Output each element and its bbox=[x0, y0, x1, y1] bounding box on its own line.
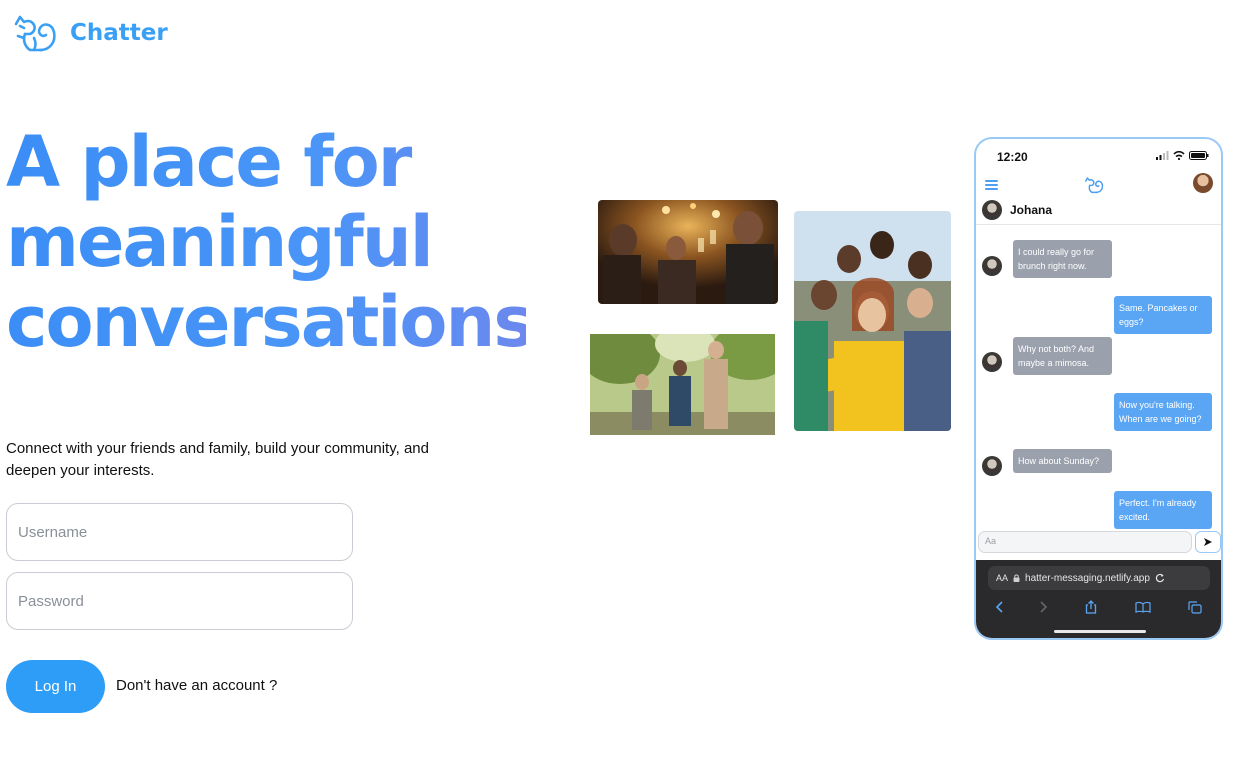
back-icon[interactable] bbox=[995, 601, 1003, 613]
group-selfie-photo bbox=[794, 211, 951, 431]
hamburger-menu-icon[interactable] bbox=[985, 180, 998, 192]
message-bubble-sent: Same. Pancakes or eggs? bbox=[1114, 296, 1212, 334]
send-button[interactable] bbox=[1195, 531, 1221, 553]
phone-status-bar: 12:20 bbox=[976, 139, 1221, 173]
tagline: Connect with your friends and family, bu… bbox=[6, 440, 429, 479]
phone-mockup: 12:20 Johana I could really go for brunc… bbox=[974, 137, 1223, 640]
message-avatar bbox=[982, 352, 1002, 372]
browser-chrome: AA hatter-messaging.netlify.app bbox=[976, 560, 1221, 638]
browser-url: hatter-messaging.netlify.app bbox=[1025, 572, 1150, 584]
browser-nav-bar bbox=[976, 596, 1221, 618]
contact-avatar bbox=[982, 200, 1002, 220]
forward-icon[interactable] bbox=[1040, 601, 1048, 613]
hero-headline: A place for meaningful conversations bbox=[6, 122, 526, 362]
text-size-button[interactable]: AA bbox=[996, 573, 1008, 583]
username-input[interactable] bbox=[6, 503, 353, 561]
contact-name: Johana bbox=[1010, 203, 1053, 217]
hero-line-3: conversations bbox=[6, 281, 533, 363]
signal-icon bbox=[1156, 151, 1169, 160]
browser-url-bar[interactable]: AA hatter-messaging.netlify.app bbox=[988, 566, 1210, 590]
message-bubble-sent: Now you're talking. When are we going? bbox=[1114, 393, 1212, 431]
share-icon[interactable] bbox=[1085, 600, 1097, 614]
message-bubble-received: How about Sunday? bbox=[1013, 449, 1112, 473]
hero-line-1: A place for bbox=[6, 121, 411, 203]
brand-logo[interactable]: Chatter bbox=[12, 12, 168, 54]
tabs-icon[interactable] bbox=[1188, 600, 1202, 614]
battery-icon bbox=[1189, 151, 1209, 160]
hero-line-2: meaningful bbox=[6, 201, 432, 283]
brand-name: Chatter bbox=[70, 20, 168, 46]
wifi-icon bbox=[1173, 151, 1185, 160]
message-avatar bbox=[982, 256, 1002, 276]
phone-app-bar bbox=[976, 173, 1221, 199]
squirrel-icon bbox=[14, 15, 56, 52]
lock-icon bbox=[1013, 574, 1020, 582]
phone-time: 12:20 bbox=[997, 150, 1028, 164]
signup-link[interactable]: Don't have an account ? bbox=[116, 677, 277, 694]
status-icons bbox=[1156, 151, 1209, 160]
bar-toast-photo bbox=[598, 200, 778, 304]
chat-header: Johana bbox=[976, 199, 1221, 225]
hiking-friends-photo bbox=[590, 334, 775, 435]
squirrel-icon bbox=[1085, 177, 1104, 194]
home-indicator bbox=[1054, 630, 1146, 633]
message-bubble-received: I could really go for brunch right now. bbox=[1013, 240, 1112, 278]
login-button[interactable]: Log In bbox=[6, 660, 105, 713]
message-avatar bbox=[982, 456, 1002, 476]
user-avatar[interactable] bbox=[1193, 173, 1213, 193]
send-arrow-icon bbox=[1204, 538, 1212, 546]
reload-icon[interactable] bbox=[1155, 573, 1165, 583]
message-bubble-sent: Perfect. I'm already excited. bbox=[1114, 491, 1212, 529]
bookmarks-icon[interactable] bbox=[1135, 601, 1151, 613]
message-bubble-received: Why not both? And maybe a mimosa. bbox=[1013, 337, 1112, 375]
message-composer-input[interactable]: Aa bbox=[978, 531, 1192, 553]
password-input[interactable] bbox=[6, 572, 353, 630]
